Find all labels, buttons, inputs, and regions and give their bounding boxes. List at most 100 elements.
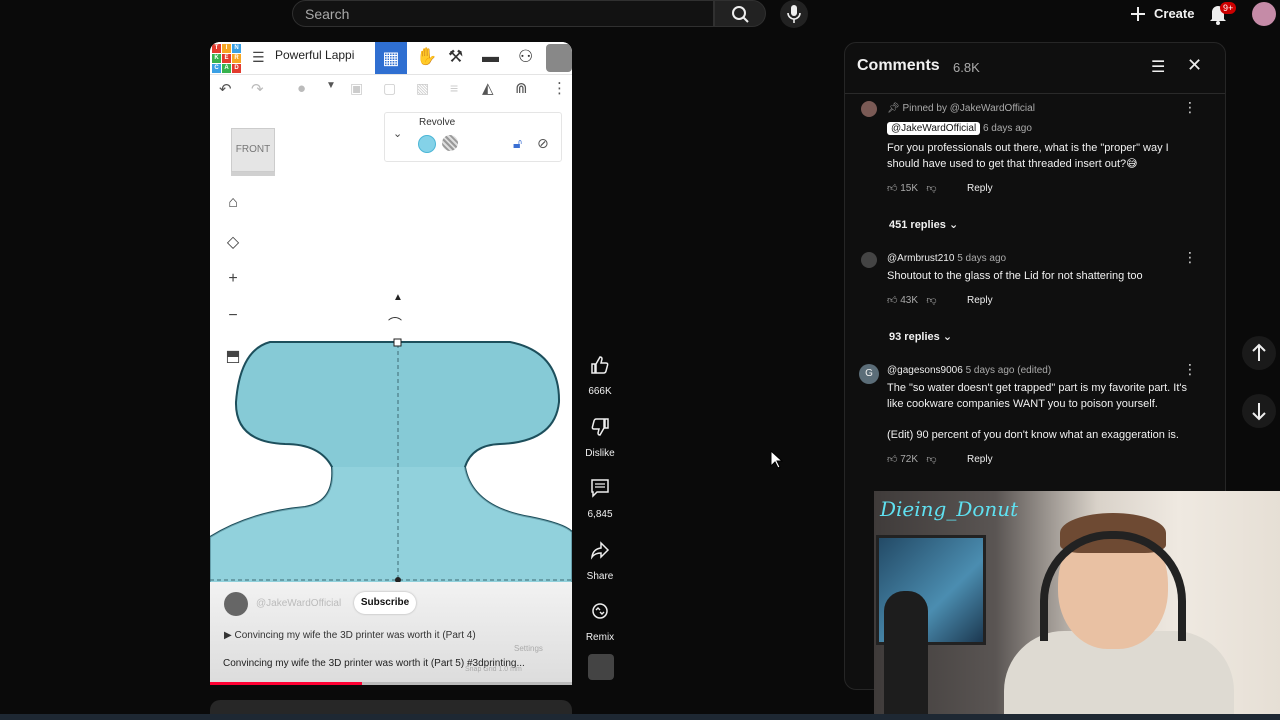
like-button[interactable]: 666K — [580, 347, 620, 397]
channel-name[interactable]: @JakeWardOfficial — [256, 598, 341, 609]
dislike-button[interactable]: Dislike — [580, 409, 620, 459]
notification-badge: 9+ — [1220, 2, 1237, 14]
comment-author[interactable]: @Armbrust210 — [887, 253, 954, 264]
view-replies-button[interactable]: 93 replies ⌄ — [889, 330, 952, 343]
thumbs-up-icon[interactable]: 👍︎ — [887, 183, 897, 194]
chevron-down-icon: ⌄ — [948, 219, 959, 231]
more-icon: ⋮ — [552, 80, 567, 97]
arrow-up-icon — [1252, 343, 1266, 361]
previous-short-button[interactable] — [1242, 336, 1276, 370]
search-box[interactable]: Search — [292, 0, 714, 27]
user-avatar — [546, 44, 572, 72]
more-options-icon[interactable]: ⋮ — [1183, 361, 1197, 378]
comment-icon — [591, 479, 609, 498]
group-icon: ▣ — [350, 80, 364, 96]
thumbs-up-icon[interactable]: 👍︎ — [887, 295, 897, 306]
search-button[interactable] — [714, 0, 766, 27]
thumbs-down-icon[interactable]: 👎︎ — [926, 295, 936, 306]
comment-avatar[interactable] — [861, 252, 877, 268]
pin-icon: 📌︎ — [887, 103, 903, 114]
comment-text: Shoutout to the glass of the Lid for not… — [887, 270, 1143, 282]
arrow-down-icon — [1252, 403, 1266, 421]
thumbs-down-icon[interactable]: 👎︎ — [926, 183, 936, 194]
ungroup-icon: ▢ — [383, 80, 397, 96]
chevron-down-icon: ⌄ — [942, 331, 953, 343]
list-icon: ☰ — [252, 49, 265, 65]
voice-search-button[interactable] — [780, 0, 808, 28]
comment-author[interactable]: @gagesons9006 — [887, 365, 963, 376]
playlist-link[interactable]: ▶ Convincing my wife the 3D printer was … — [224, 630, 476, 641]
reply-button[interactable]: Reply — [967, 183, 993, 194]
streamer-name-overlay: Dieing_Donut — [880, 497, 1019, 521]
undo-icon: ↶ — [219, 81, 232, 98]
close-icon[interactable]: ✕ — [1187, 55, 1202, 76]
like-count: 666K — [588, 386, 612, 397]
comment-text: The "so water doesn't get trapped" part … — [887, 382, 1187, 410]
comments-title: Comments — [857, 57, 940, 74]
comment-avatar[interactable]: G — [859, 364, 879, 384]
mouse-cursor-icon — [770, 450, 784, 469]
channel-thumbnail[interactable] — [588, 654, 614, 680]
comment-like-count: 72K — [900, 454, 919, 465]
microphone-prop — [884, 591, 928, 720]
comment-text: For you professionals out there, what is… — [887, 142, 1169, 170]
comment-meta: @JakeWardOfficial 6 days ago — [887, 122, 1032, 135]
redo-icon: ↷ — [251, 81, 264, 98]
tinkercad-logo: TIN KER CAD — [212, 44, 241, 73]
subscribe-button[interactable]: Subscribe — [354, 592, 416, 614]
revolve-shape — [210, 338, 572, 592]
faded-snap-text: Snap Grid 1.0 mm — [465, 666, 522, 673]
search-input[interactable]: Search — [305, 6, 349, 22]
create-label: Create — [1154, 6, 1195, 21]
comments-button[interactable]: 6,845 — [580, 470, 620, 520]
hole-icon: ▧ — [416, 80, 430, 96]
more-options-icon[interactable]: ⋮ — [1183, 249, 1197, 266]
reply-button[interactable]: Reply — [967, 295, 993, 306]
video-progress-fill — [210, 682, 363, 685]
pinned-label: 📌︎ Pinned by @JakeWardOfficial — [887, 103, 1035, 114]
hide-icon: ⊘ — [537, 135, 549, 151]
shape-name: Revolve — [419, 117, 456, 128]
short-video-player[interactable]: TIN KER CAD ☰ Powerful Lappi ▦ ✋ ⚒ ▬ ⚇ ↶… — [210, 42, 572, 685]
hole-swatch — [442, 135, 458, 151]
shape-panel: ⌄ Revolve 🔓︎ ⊘ — [384, 112, 562, 162]
comment-like-count: 43K — [900, 295, 919, 306]
playlist-link-label: Convincing my wife the 3D printer was wo… — [234, 630, 476, 641]
comment-author[interactable]: @JakeWardOfficial — [887, 122, 981, 135]
sort-icon[interactable]: ☰ — [1151, 57, 1165, 77]
comment-avatar[interactable] — [861, 101, 877, 117]
search-icon — [732, 6, 749, 23]
solid-color-swatch — [418, 135, 436, 153]
account-avatar[interactable] — [1252, 2, 1276, 26]
share-icon — [590, 541, 610, 560]
share-label: Share — [586, 571, 614, 582]
create-button[interactable]: Create — [1124, 0, 1196, 28]
magnet-icon: ⋒ — [515, 80, 528, 97]
light-icon: ● — [297, 80, 307, 97]
remix-icon — [592, 603, 608, 619]
plus-icon — [1131, 7, 1145, 21]
view-cube: FRONT — [231, 128, 275, 172]
share-button[interactable]: Share — [580, 532, 620, 582]
taskbar-strip — [0, 714, 1280, 720]
tinkercad-toolbar: ↶ ↷ ● ▼ ▣ ▢ ▧ ≡ ◭ ⋒ ⋮ — [210, 75, 572, 103]
thumbs-down-icon — [591, 418, 609, 436]
more-options-icon[interactable]: ⋮ — [1183, 99, 1197, 116]
comment-actions: 👍︎ 15K 👎︎ — [887, 182, 937, 194]
comment-time: 5 days ago — [957, 253, 1007, 264]
thumbs-up-icon — [591, 356, 609, 374]
channel-avatar[interactable] — [224, 592, 248, 616]
view-replies-button[interactable]: 451 replies ⌄ — [889, 218, 958, 231]
streamer-webcam: Dieing_Donut — [874, 491, 1280, 720]
home-icon: ⌂ — [228, 194, 238, 211]
thumbs-down-icon[interactable]: 👎︎ — [926, 454, 936, 465]
video-progress-bar[interactable] — [210, 682, 572, 685]
microphone-icon — [787, 5, 801, 23]
next-short-button[interactable] — [1242, 394, 1276, 428]
add-user-icon: ⚇ — [518, 47, 534, 66]
reply-button[interactable]: Reply — [967, 454, 993, 465]
remix-button[interactable]: Remix — [580, 593, 620, 643]
thumbs-up-icon[interactable]: 👍︎ — [887, 454, 897, 465]
align-icon: ≡ — [450, 80, 459, 96]
mirror-icon: ◭ — [482, 80, 494, 97]
